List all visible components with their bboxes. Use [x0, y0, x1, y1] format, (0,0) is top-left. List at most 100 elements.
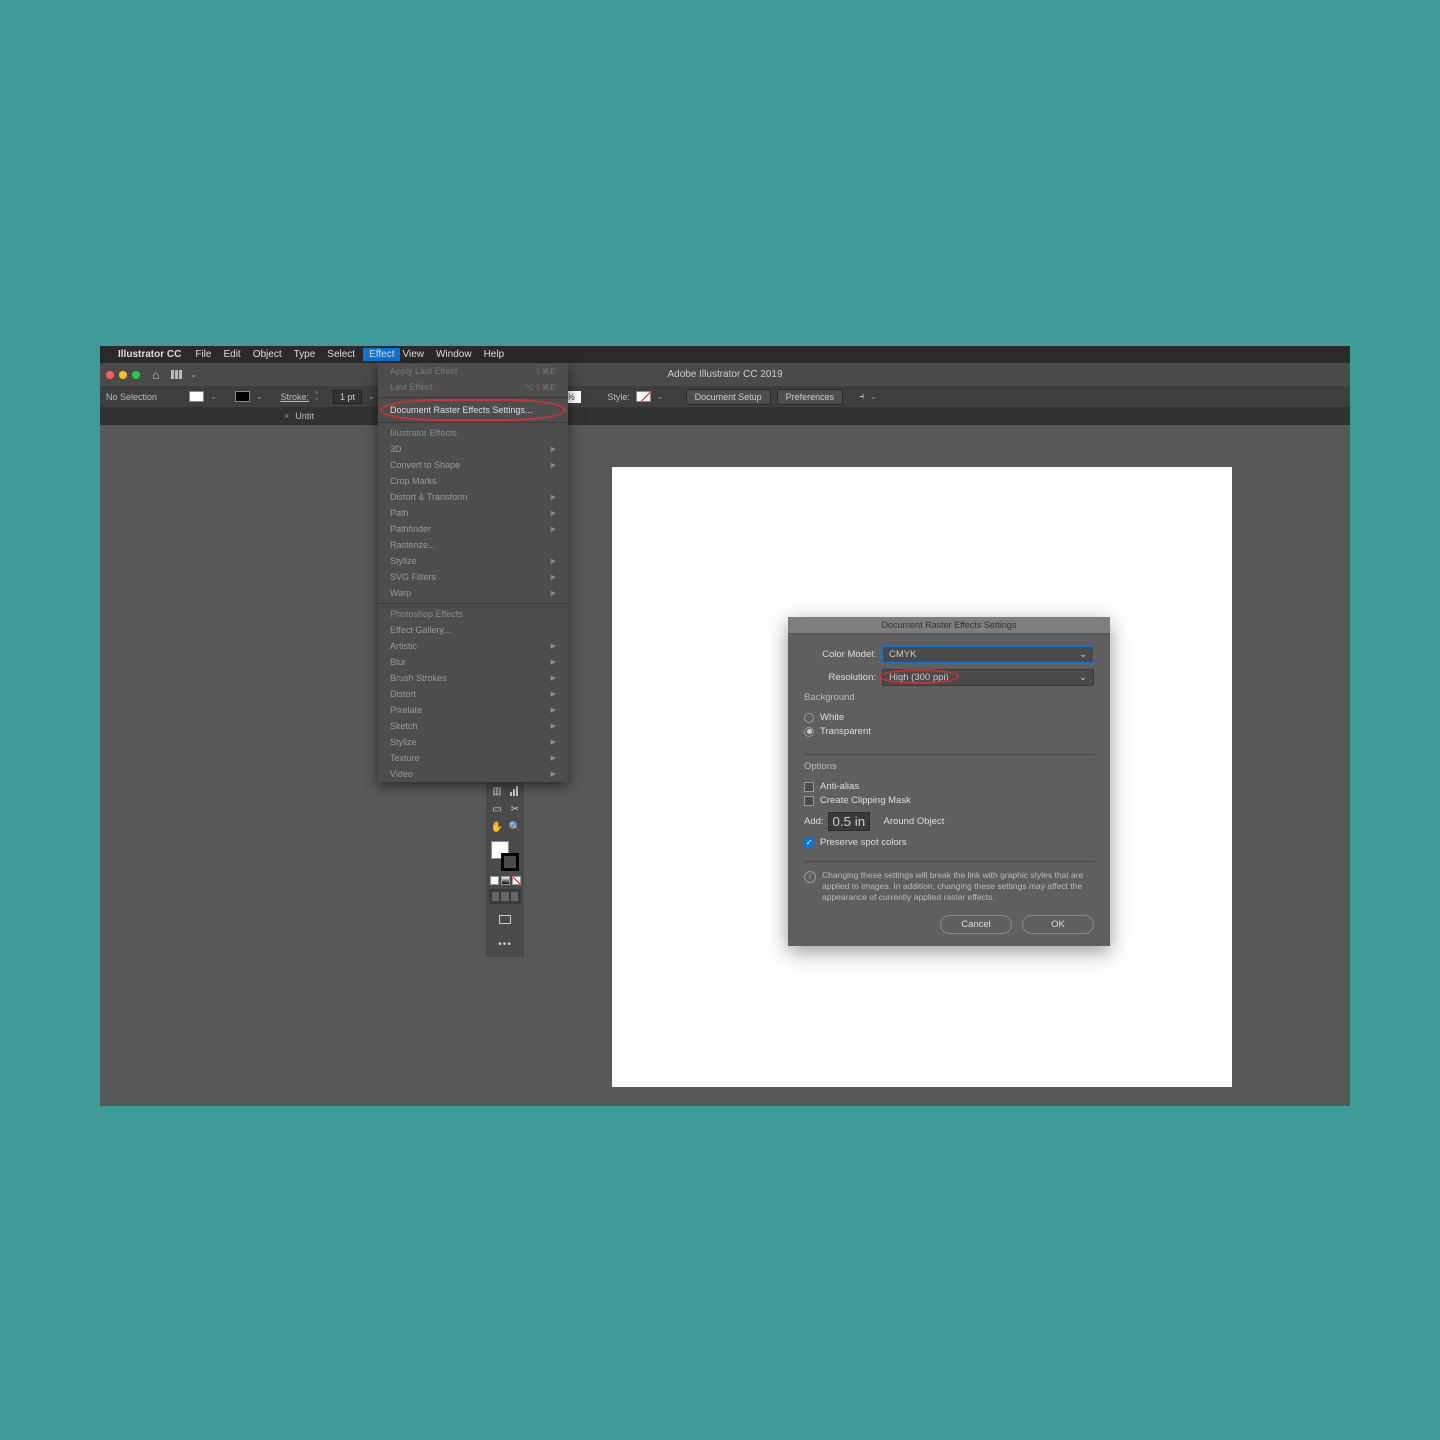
- clipping-mask-checkbox[interactable]: Create Clipping Mask: [804, 795, 1094, 806]
- checkbox-icon: [804, 782, 814, 792]
- menu-edit[interactable]: Edit: [223, 349, 240, 360]
- minimize-window-icon[interactable]: [119, 371, 127, 379]
- none-mode-icon[interactable]: [512, 876, 521, 885]
- stroke-swatch[interactable]: [235, 391, 250, 402]
- menu-window[interactable]: Window: [436, 349, 472, 360]
- menu-effect[interactable]: Effect: [363, 348, 400, 361]
- section-photoshop-effects: Photoshop Effects: [378, 606, 568, 622]
- zoom-tool-icon[interactable]: 🔍: [507, 819, 523, 835]
- edit-toolbar-icon[interactable]: •••: [489, 935, 521, 954]
- menu-brush-strokes[interactable]: Brush Strokes: [378, 670, 568, 686]
- app-title: Adobe Illustrator CC 2019: [667, 369, 782, 380]
- effect-dropdown-menu: Apply Last Effect ⇧⌘E Last Effect ⌥⇧⌘E D…: [378, 363, 568, 782]
- align-icon[interactable]: ⫞: [859, 391, 864, 402]
- menu-view[interactable]: View: [402, 349, 424, 360]
- gradient-mode-icon[interactable]: [501, 876, 510, 885]
- screen-mode-button[interactable]: [489, 910, 521, 929]
- draw-inside-icon[interactable]: [511, 892, 518, 901]
- bar-graph-tool-icon[interactable]: [507, 783, 523, 799]
- app-name[interactable]: Illustrator CC: [118, 349, 181, 360]
- color-mode-icon[interactable]: [490, 876, 499, 885]
- menu-texture[interactable]: Texture: [378, 750, 568, 766]
- column-graph-tool-icon[interactable]: ▥: [489, 783, 505, 799]
- dialog-title: Document Raster Effects Settings: [788, 617, 1110, 634]
- resolution-select[interactable]: High (300 ppi) ⌄: [882, 669, 1094, 686]
- fill-stroke-control[interactable]: [489, 839, 521, 873]
- menu-distort-transform[interactable]: Distort & Transform: [378, 489, 568, 505]
- menu-pathfinder[interactable]: Pathfinder: [378, 521, 568, 537]
- ok-button[interactable]: OK: [1022, 915, 1094, 934]
- stroke-stepper[interactable]: ˄˅: [315, 390, 325, 403]
- menu-artistic[interactable]: Artistic: [378, 638, 568, 654]
- bg-white-radio[interactable]: White: [804, 712, 1094, 723]
- menu-warp[interactable]: Warp: [378, 585, 568, 601]
- style-swatch[interactable]: [636, 391, 651, 402]
- menu-rasterize[interactable]: Rasterize...: [378, 537, 568, 553]
- menu-blur[interactable]: Blur: [378, 654, 568, 670]
- menu-svg-filters[interactable]: SVG Filters: [378, 569, 568, 585]
- menu-video[interactable]: Video: [378, 766, 568, 782]
- chevron-down-icon[interactable]: ⌄: [368, 392, 375, 401]
- menu-type[interactable]: Type: [294, 349, 316, 360]
- document-tab[interactable]: Untit: [295, 411, 314, 421]
- window-controls: [106, 371, 140, 379]
- hand-tool-icon[interactable]: ✋: [489, 819, 505, 835]
- cancel-button[interactable]: Cancel: [940, 915, 1012, 934]
- around-object-label: Around Object: [884, 816, 945, 827]
- checkbox-icon: [804, 838, 814, 848]
- maximize-window-icon[interactable]: [132, 371, 140, 379]
- menu-effect-gallery[interactable]: Effect Gallery...: [378, 622, 568, 638]
- menu-stylize-ps[interactable]: Stylize: [378, 734, 568, 750]
- fill-swatch[interactable]: [189, 391, 204, 402]
- menu-stylize[interactable]: Stylize: [378, 553, 568, 569]
- color-model-select[interactable]: CMYK ⌄: [882, 646, 1094, 663]
- chevron-down-icon[interactable]: ⌄: [870, 392, 877, 401]
- chevron-down-icon[interactable]: ⌄: [657, 392, 664, 401]
- menu-last-effect: Last Effect ⌥⇧⌘E: [378, 379, 568, 395]
- menu-select[interactable]: Select: [327, 349, 355, 360]
- menu-doc-raster-settings[interactable]: Document Raster Effects Settings...: [378, 400, 568, 420]
- slice-tool-icon[interactable]: ✂: [507, 801, 523, 817]
- chevron-down-icon[interactable]: ⌄: [190, 370, 197, 379]
- menu-convert-to-shape[interactable]: Convert to Shape: [378, 457, 568, 473]
- menu-crop-marks[interactable]: Crop Marks: [378, 473, 568, 489]
- artboard-tool-icon[interactable]: ▭: [489, 801, 505, 817]
- add-label: Add:: [804, 816, 824, 827]
- menu-3d[interactable]: 3D: [378, 441, 568, 457]
- menu-file[interactable]: File: [195, 349, 211, 360]
- anti-alias-checkbox[interactable]: Anti-alias: [804, 781, 1094, 792]
- add-input[interactable]: [828, 812, 870, 831]
- checkbox-icon: [804, 796, 814, 806]
- chevron-down-icon: ⌄: [1079, 672, 1087, 683]
- preferences-button[interactable]: Preferences: [777, 389, 844, 405]
- menu-apply-last-effect: Apply Last Effect ⇧⌘E: [378, 363, 568, 379]
- options-group-label: Options: [804, 761, 1094, 772]
- home-icon[interactable]: ⌂: [152, 368, 159, 382]
- document-setup-button[interactable]: Document Setup: [686, 389, 771, 405]
- close-window-icon[interactable]: [106, 371, 114, 379]
- info-text: Changing these settings will break the l…: [822, 870, 1094, 903]
- menu-help[interactable]: Help: [484, 349, 505, 360]
- stroke-value[interactable]: 1 pt: [333, 390, 362, 404]
- chevron-down-icon[interactable]: ⌄: [256, 392, 263, 401]
- menu-pixelate[interactable]: Pixelate: [378, 702, 568, 718]
- stroke-color-icon[interactable]: [501, 853, 519, 871]
- close-tab-icon[interactable]: ×: [284, 411, 289, 421]
- color-model-label: Color Model:: [804, 649, 876, 660]
- chevron-right-icon[interactable]: ›: [587, 392, 590, 401]
- menu-object[interactable]: Object: [253, 349, 282, 360]
- chevron-down-icon[interactable]: ⌄: [210, 392, 217, 401]
- draw-normal-icon[interactable]: [492, 892, 499, 901]
- radio-icon: [804, 727, 814, 737]
- raster-effects-dialog: Document Raster Effects Settings Color M…: [788, 617, 1110, 946]
- preserve-spot-checkbox[interactable]: Preserve spot colors: [804, 837, 1094, 848]
- menu-sketch[interactable]: Sketch: [378, 718, 568, 734]
- draw-behind-icon[interactable]: [501, 892, 508, 901]
- menu-path[interactable]: Path: [378, 505, 568, 521]
- stroke-label[interactable]: Stroke:: [280, 392, 309, 402]
- menu-distort-ps[interactable]: Distort: [378, 686, 568, 702]
- selection-label: No Selection: [106, 392, 157, 402]
- arrange-documents-icon[interactable]: [171, 370, 182, 379]
- canvas-area[interactable]: [100, 425, 1350, 1106]
- bg-transparent-radio[interactable]: Transparent: [804, 726, 1094, 737]
